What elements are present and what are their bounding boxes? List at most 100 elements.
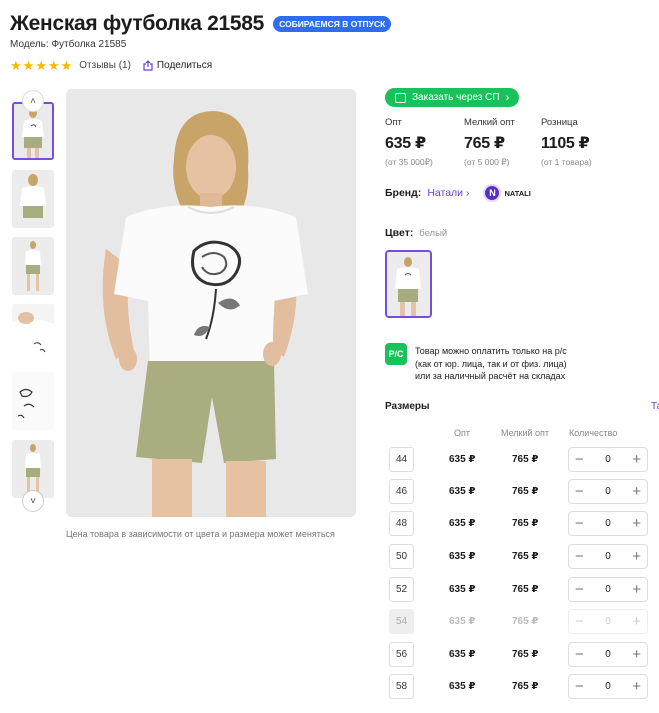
order-via-sp-label: Заказать через СП [412,92,500,103]
thumbnail[interactable] [12,237,54,295]
model-photo-thumb [14,104,52,158]
size-row: 46 635 ₽ 765 ₽ − 0 + [385,479,659,505]
size-small-opt-price: 765 ₽ [512,486,539,497]
share-label: Поделиться [156,60,213,71]
chevron-down-icon[interactable]: ˅ [22,490,44,512]
plus-icon[interactable]: + [632,647,641,662]
size-row: 52 635 ₽ 765 ₽ − 0 + [385,577,659,603]
payment-text: Товар можно оплатить только на р/с (как … [415,345,567,383]
quantity-value[interactable]: 0 [605,518,611,529]
detail-photo-thumb [12,304,54,362]
share-button[interactable]: Поделиться [143,60,212,71]
thumbnail[interactable] [12,304,54,362]
brand-name: Натали [427,187,464,199]
size-opt-price: 635 ₽ [449,584,476,595]
price-wholesale: Опт 635 ₽ (от 35 000₽) [385,117,433,168]
plus-icon[interactable]: + [632,484,641,499]
payment-info: Р/С Товар можно оплатить только на р/с (… [385,343,567,383]
size-small-opt-price: 765 ₽ [512,649,539,660]
price-note: (от 5 000 ₽) [464,157,510,167]
minus-icon[interactable]: − [575,679,584,694]
minus-icon[interactable]: − [575,582,584,597]
quantity-value[interactable]: 0 [605,649,611,660]
brand-link[interactable]: Натали › [427,187,469,199]
color-value: белый [419,228,448,239]
brand-logo[interactable]: N NATALI [483,184,531,202]
star-icon: ★ [60,58,73,73]
quantity-value[interactable]: 0 [605,454,611,465]
size-opt-price: 635 ₽ [449,518,476,529]
quantity-stepper: − 0 + [568,447,648,472]
plus-icon[interactable]: + [632,452,641,467]
payment-line: (как от юр. лица, так и от физ. лица) [415,358,567,369]
brand-logo-text: NATALI [504,188,531,198]
quantity-stepper: − 0 + [568,544,648,569]
thumbnail-strip: ˄ ˅ [12,90,56,512]
minus-icon[interactable]: − [575,452,584,467]
price-label: Розница [541,117,578,128]
size-chart-link[interactable]: Та [651,401,659,412]
plus-icon[interactable]: + [632,516,641,531]
back-photo-thumb [12,170,54,228]
plus-icon[interactable]: + [632,549,641,564]
price-value: 765 ₽ [464,135,505,152]
plus-icon[interactable]: + [632,679,641,694]
price-label: Опт [385,117,402,128]
chevron-right-icon: › [505,91,510,104]
payment-line: Товар можно оплатить только на р/с [415,346,567,356]
size-opt-price: 635 ₽ [449,551,476,562]
order-via-sp-button[interactable]: Заказать через СП › [385,88,520,107]
brand-row: Бренд: Натали › N NATALI [385,184,531,202]
quantity-value: 0 [605,616,611,627]
main-product-photo[interactable] [66,89,356,517]
plus-icon[interactable]: + [632,582,641,597]
thumbnail[interactable] [12,170,54,228]
price-retail: Розница 1105 ₽ (от 1 товара) [541,117,592,167]
thumbnail[interactable] [12,372,54,430]
model-photo [66,89,356,517]
star-icon: ★ [22,58,35,73]
price-note: (от 1 товара) [541,157,592,167]
minus-icon[interactable]: − [575,516,584,531]
size-row: 54 635 ₽ 765 ₽ − 0 + [385,609,659,635]
quantity-stepper: − 0 + [568,577,648,602]
size-label: 54 [389,609,414,634]
header-quantity: Количество [569,428,618,438]
minus-icon[interactable]: − [575,484,584,499]
color-swatch-photo [387,252,430,316]
brand-logo-icon: N [483,184,502,202]
brand-label: Бренд: [385,187,422,199]
size-small-opt-price: 765 ₽ [512,518,539,529]
quantity-value[interactable]: 0 [605,681,611,692]
size-label: 52 [389,577,414,602]
quantity-value[interactable]: 0 [605,584,611,595]
quantity-stepper: − 0 + [568,609,648,634]
sizes-title: Размеры [385,401,430,412]
reviews-link[interactable]: Отзывы (1) [79,60,131,71]
size-label: 44 [389,447,414,472]
price-label: Мелкий опт [464,117,515,128]
chevron-up-icon[interactable]: ˄ [22,90,44,112]
color-swatch-white[interactable] [385,250,432,318]
size-row: 56 635 ₽ 765 ₽ − 0 + [385,642,659,668]
price-small-wholesale: Мелкий опт 765 ₽ (от 5 000 ₽) [464,117,515,168]
quantity-value[interactable]: 0 [605,551,611,562]
share-icon [143,60,153,71]
minus-icon[interactable]: − [575,647,584,662]
minus-icon: − [575,613,584,630]
plus-icon: + [632,613,641,630]
size-label: 58 [389,674,414,699]
quantity-value[interactable]: 0 [605,486,611,497]
cart-icon [395,92,406,103]
title-row: Женская футболка 21585 СОБИРАЕМСЯ В ОТПУ… [10,12,392,36]
minus-icon[interactable]: − [575,549,584,564]
rating-stars: ★ ★ ★ ★ ★ [10,59,73,72]
payment-line: или за наличный расчёт на складах [415,371,566,381]
size-label: 46 [389,479,414,504]
star-icon: ★ [10,58,22,73]
price-variation-note: Цена товара в зависимости от цвета и раз… [66,529,335,539]
promo-badge[interactable]: СОБИРАЕМСЯ В ОТПУСК [273,16,392,32]
size-opt-price: 635 ₽ [449,616,476,627]
size-small-opt-price: 765 ₽ [512,454,539,465]
size-row: 48 635 ₽ 765 ₽ − 0 + [385,511,659,537]
